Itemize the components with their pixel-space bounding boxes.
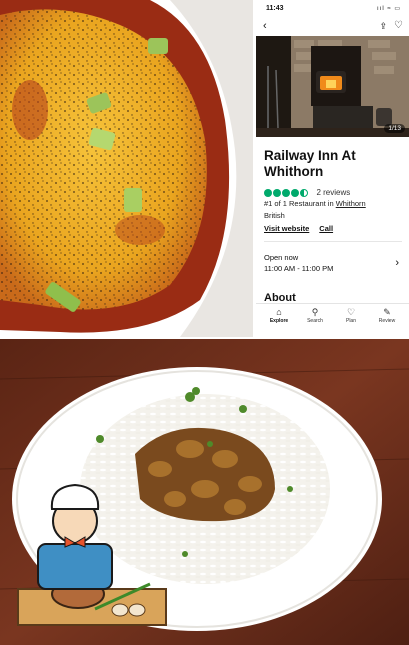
lasagne-photo <box>0 0 253 337</box>
rating-bubble-half <box>300 188 308 197</box>
open-status[interactable]: Open now <box>264 253 298 262</box>
status-bar: 11:43 ııl ≈ ▭ <box>256 0 409 18</box>
back-arrow-icon[interactable]: ‹ <box>263 20 267 32</box>
status-time: 11:43 <box>266 5 284 12</box>
divider <box>264 241 402 242</box>
tab-label: Review <box>378 318 396 324</box>
ranking-text: #1 of 1 Restaurant in Whithorn <box>264 199 366 208</box>
phone-screenshot: 11:43 ııl ≈ ▭ ‹ ⇪ ♡ 1/13 Railway Inn At … <box>256 0 409 337</box>
visit-website-link[interactable]: Visit website <box>264 224 309 233</box>
curry-rice-photo <box>0 339 409 645</box>
chevron-right-icon[interactable]: › <box>395 257 399 269</box>
review-count[interactable]: 2 reviews <box>316 188 350 197</box>
call-link[interactable]: Call <box>319 224 333 233</box>
status-icons: ııl ≈ ▭ <box>377 6 401 12</box>
action-links: Visit website Call <box>264 224 343 233</box>
rating-bubble-full <box>282 188 290 197</box>
tab-review[interactable]: ✎ Review <box>372 307 402 324</box>
heart-icon: ♡ <box>346 307 356 317</box>
fireplace-image <box>256 36 409 137</box>
cuisine-label: British <box>264 211 285 220</box>
tab-search[interactable]: ⚲ Search <box>300 307 330 324</box>
lasagne-image <box>0 0 253 337</box>
rating-bubble-full <box>291 188 299 197</box>
search-icon: ⚲ <box>311 307 319 317</box>
listing-hero-photo[interactable]: 1/13 <box>256 36 409 137</box>
rank-prefix: #1 of 1 Restaurant in <box>264 199 336 208</box>
heart-icon[interactable]: ♡ <box>394 20 403 31</box>
restaurant-name: Railway Inn At Whithorn <box>264 148 356 179</box>
tab-label: Explore <box>269 318 289 324</box>
photo-counter: 1/13 <box>384 124 405 133</box>
rating-row[interactable]: 2 reviews <box>264 184 404 197</box>
bottom-tab-bar: ⌂ Explore ⚲ Search ♡ Plan ✎ Review <box>256 303 409 337</box>
home-icon: ⌂ <box>276 307 282 317</box>
opening-hours[interactable]: 11:00 AM - 11:00 PM <box>264 264 333 273</box>
tab-plan[interactable]: ♡ Plan <box>336 307 366 324</box>
tab-label: Plan <box>345 318 356 324</box>
rating-bubble-full <box>273 188 281 197</box>
rank-place-link[interactable]: Whithorn <box>336 199 366 208</box>
top-nav: ‹ ⇪ ♡ <box>256 18 409 36</box>
tab-label: Search <box>307 318 323 324</box>
rating-bubble-full <box>264 188 272 197</box>
share-icon[interactable]: ⇪ <box>379 21 387 32</box>
tab-explore[interactable]: ⌂ Explore <box>264 307 294 324</box>
pencil-icon: ✎ <box>383 307 391 317</box>
curry-rice-image <box>0 339 409 645</box>
